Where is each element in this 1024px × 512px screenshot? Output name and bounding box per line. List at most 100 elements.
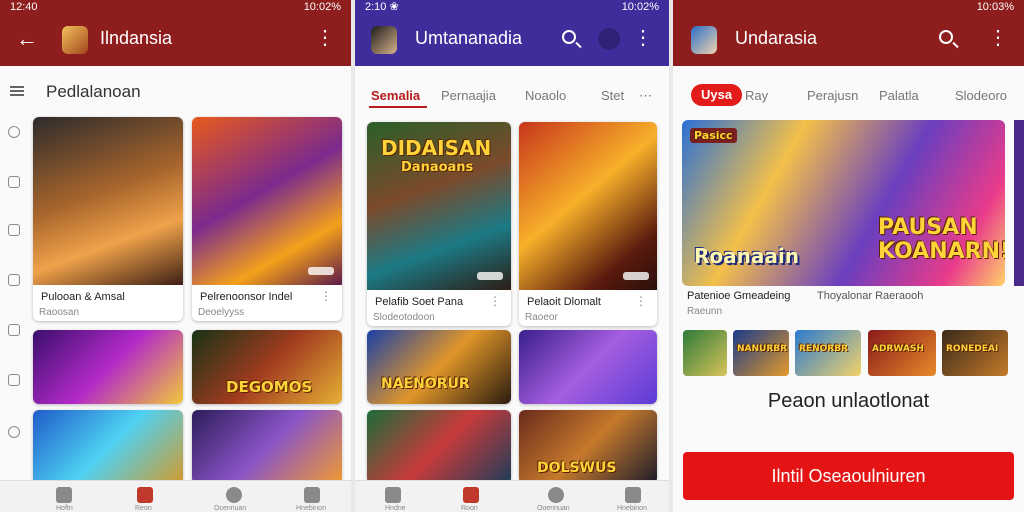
nav-label-library: Hnebinon (617, 505, 647, 512)
like-icon[interactable] (8, 374, 20, 386)
nav-label-profile: Roon (461, 505, 478, 512)
profile-icon[interactable] (137, 487, 153, 503)
status-battery: 10:02% (303, 1, 341, 13)
app-bar: ← Ilndansia ⋮ (0, 14, 351, 66)
card-subtitle: Raoosan (39, 307, 80, 318)
game-artwork: DIDAISAN Danaoans (367, 122, 511, 290)
app-logo-icon (691, 26, 717, 54)
store-icon[interactable] (8, 324, 20, 336)
tab-stet[interactable]: Stet (601, 88, 624, 103)
game-card[interactable]: Pelrenoonsor Indel Deoelyyss ⋮ (192, 117, 342, 321)
mini-tile-label: RENORBR (799, 344, 848, 354)
game-artwork (192, 117, 342, 285)
tile-art-label: NAENORUR (381, 376, 470, 392)
category-tabs: Semalia Pernaajia Noaolo Stet ⋯ (355, 82, 669, 112)
mini-game-tile[interactable]: ADRWASH (868, 330, 936, 376)
bottom-navigation: Hoftn Reon Ocennuan Hnebinon (0, 480, 351, 512)
next-banner-peek[interactable] (1014, 120, 1024, 286)
status-bar: 12:40 10:02% (0, 0, 351, 14)
game-tile[interactable]: DOLSWUS (519, 410, 657, 484)
voice-icon[interactable] (598, 28, 620, 50)
app-bar: Undarasia ⋮ (673, 14, 1024, 66)
tile-art-label: DOLSWUS (537, 460, 617, 476)
tab-palatla[interactable]: Palatla (879, 88, 919, 103)
clock-icon[interactable] (548, 487, 564, 503)
section-title: Pedlalanoan (46, 82, 141, 101)
banner-badge: Pasicc (690, 128, 737, 143)
more-vert-icon[interactable]: ⋮ (315, 26, 335, 50)
game-card[interactable]: Pelaoit Dlomalt Raoeor ⋮ (519, 122, 657, 326)
mini-game-tile[interactable]: NANURBR (733, 330, 789, 376)
settings-icon[interactable] (8, 426, 20, 438)
rating-badge (308, 267, 334, 275)
status-time: 2:10 ❀ (365, 1, 399, 13)
banner-label-right: PAUSAN KOANARN! (878, 215, 1005, 264)
status-bar: 10:03% (673, 0, 1024, 14)
game-tile[interactable] (519, 330, 657, 404)
mini-tile-label: NANURBR (737, 344, 788, 354)
tile-art-label: DEGOMOS (226, 378, 313, 396)
profile-icon[interactable] (463, 487, 479, 503)
game-tile[interactable] (192, 410, 342, 484)
tab-ray[interactable]: Ray (745, 88, 768, 103)
status-battery: 10:03% (976, 1, 1014, 13)
nav-label-home: Hndne (385, 505, 406, 512)
install-button[interactable]: Ilntil Oseaoulniuren (683, 452, 1014, 500)
tab-semalia[interactable]: Semalia (371, 88, 420, 103)
card-more-icon[interactable]: ⋮ (320, 289, 332, 303)
library-icon[interactable] (304, 487, 320, 503)
mini-game-tile[interactable]: RENORBR (795, 330, 861, 376)
game-artwork (33, 117, 183, 285)
app-title: Undarasia (735, 28, 818, 48)
category-tabs: Uysa Ray Perajusn Palatla Slodeoro (673, 82, 1024, 112)
nav-label-clock: Ocennuan (214, 505, 247, 512)
game-card[interactable]: DIDAISAN Danaoans Pelafib Soet Pana Slod… (367, 122, 511, 326)
tab-uysa[interactable]: Uysa (691, 84, 743, 106)
list-icon[interactable] (8, 274, 20, 286)
banner-info-row: Patenioe Gmeadeing Thoyalonar Raeraooh R… (673, 286, 1024, 320)
card-more-icon[interactable]: ⋮ (635, 294, 647, 308)
game-tile[interactable]: NAENORUR (367, 330, 511, 404)
more-vert-icon[interactable]: ⋮ (988, 26, 1008, 50)
nav-label-profile: Reon (135, 505, 152, 512)
banner-info-left: Patenioe Gmeadeing (687, 290, 791, 302)
clock-icon[interactable] (226, 487, 242, 503)
screen-1: 12:40 10:02% ← Ilndansia ⋮ Pedlalanoan P… (0, 0, 351, 512)
tab-slodeoro[interactable]: Slodeoro (955, 88, 1007, 103)
card-more-icon[interactable]: ⋮ (489, 294, 501, 308)
art-logo-subtext: Danaoans (401, 160, 474, 175)
featured-banner[interactable]: Pasicc Roanaain PAUSAN KOANARN! (682, 120, 1005, 286)
app-logo-icon (371, 26, 397, 54)
app-title: Umtananadia (415, 28, 523, 48)
more-tabs-icon[interactable]: ⋯ (639, 88, 652, 104)
game-tile[interactable] (33, 410, 183, 484)
download-icon[interactable] (8, 176, 20, 188)
home-icon[interactable] (56, 487, 72, 503)
tab-pernaajia[interactable]: Pernaajia (441, 88, 496, 103)
search-icon[interactable] (939, 30, 953, 44)
status-bar: 2:10 ❀ 10:02% (355, 0, 669, 14)
game-card[interactable]: Pulooan & Amsal Raoosan (33, 117, 183, 321)
mini-game-tile[interactable]: RONEDEAI (942, 330, 1008, 376)
chat-icon[interactable] (8, 224, 20, 236)
app-logo-icon (62, 26, 88, 54)
banner-info-sub: Raeunn (687, 306, 723, 317)
game-tile[interactable]: DEGOMOS (192, 330, 342, 404)
rating-badge (623, 272, 649, 280)
home-icon[interactable] (385, 487, 401, 503)
back-arrow-icon[interactable]: ← (16, 27, 38, 51)
card-subtitle: Raoeor (525, 312, 558, 323)
library-icon[interactable] (625, 487, 641, 503)
history-icon[interactable] (8, 126, 20, 138)
mini-game-tile[interactable] (683, 330, 727, 376)
search-icon[interactable] (562, 30, 576, 44)
tab-noaolo[interactable]: Noaolo (525, 88, 566, 103)
rating-badge (477, 272, 503, 280)
more-vert-icon[interactable]: ⋮ (633, 26, 653, 50)
card-subtitle: Deoelyyss (198, 307, 245, 318)
game-tile[interactable] (367, 410, 511, 484)
game-tile[interactable] (33, 330, 183, 404)
tab-perajusn[interactable]: Perajusn (807, 88, 858, 103)
nav-label-library: Hnebinon (296, 505, 326, 512)
card-title: Pulooan & Amsal (41, 291, 125, 303)
